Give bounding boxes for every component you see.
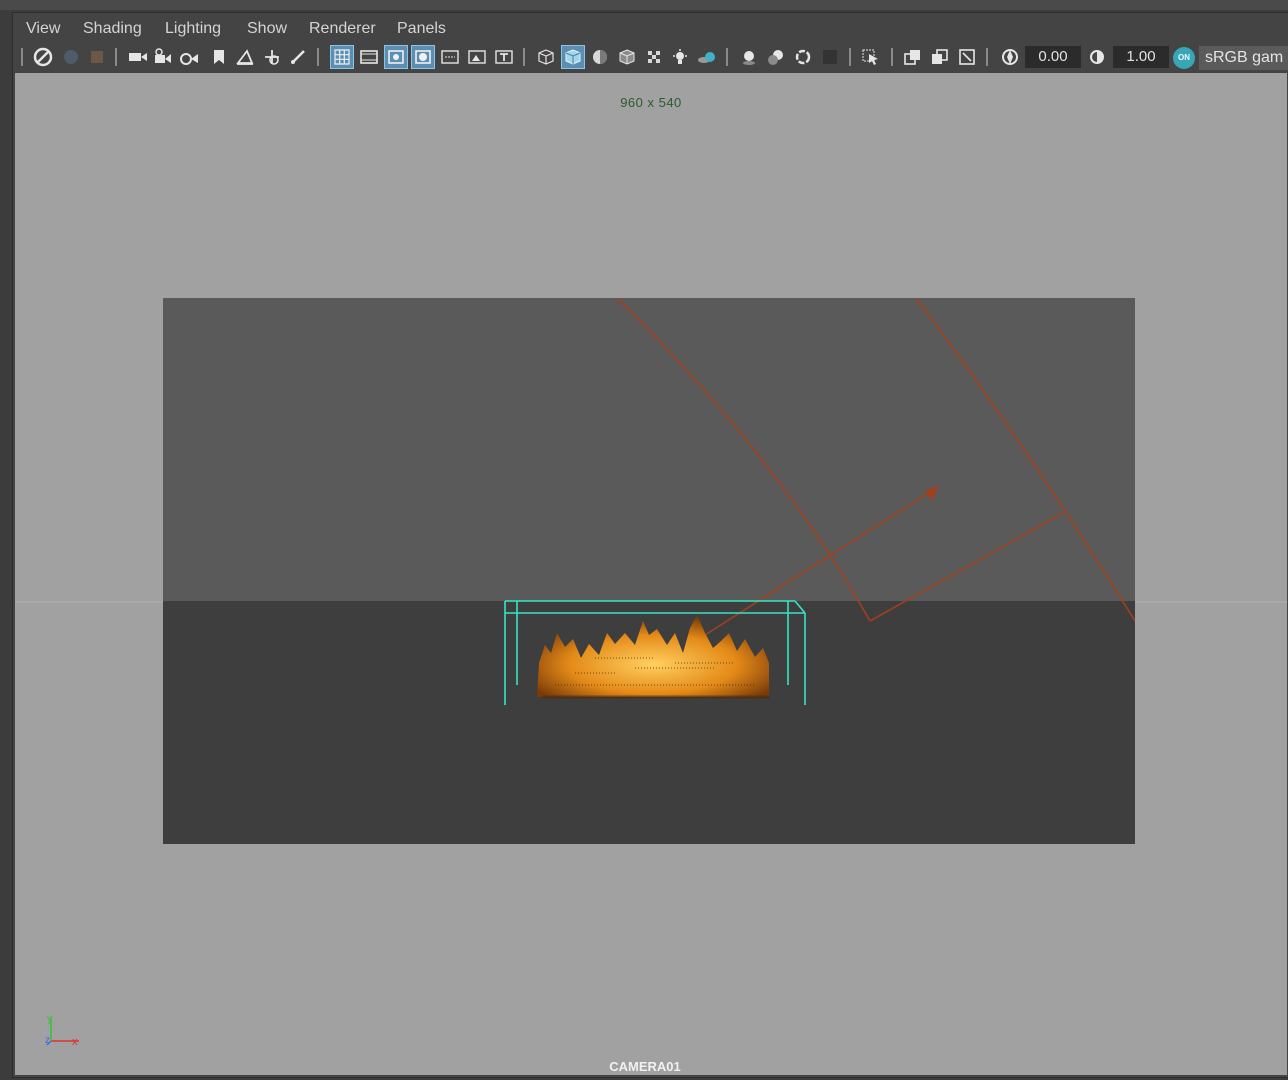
image-plane-icon[interactable]: [234, 46, 256, 68]
toolbar-separator: [986, 48, 988, 66]
menu-renderer[interactable]: Renderer: [309, 20, 376, 38]
toolbar-separator: [891, 48, 893, 66]
bookmark-camera-icon[interactable]: [86, 46, 108, 68]
panel-toolbar: 0.00 1.00 ON sRGB gam: [13, 43, 1288, 73]
toolbar-separator: [317, 48, 319, 66]
anti-aliasing-icon[interactable]: [792, 46, 814, 68]
y-axis-label: y: [47, 1013, 53, 1025]
menu-lighting[interactable]: Lighting: [165, 20, 221, 38]
isolate-select-icon[interactable]: [860, 46, 882, 68]
camera-name-label: CAMERA01: [609, 1059, 681, 1074]
sky-plane: [163, 298, 1135, 602]
xray-active-icon[interactable]: [929, 46, 951, 68]
bookmark-icon[interactable]: [208, 46, 230, 68]
camera-attributes-icon[interactable]: [153, 46, 175, 68]
grid-icon[interactable]: [330, 45, 354, 69]
gate-mask-icon[interactable]: [411, 45, 435, 69]
resolution-label: 960 x 540: [620, 95, 682, 110]
menu-panels[interactable]: Panels: [397, 20, 446, 38]
window-top-strip: [0, 0, 1288, 10]
menu-view[interactable]: View: [26, 20, 60, 38]
gamma-field[interactable]: 1.00: [1113, 46, 1169, 68]
use-all-lights-icon[interactable]: [669, 46, 691, 68]
color-management-toggle[interactable]: ON: [1173, 47, 1195, 69]
camera-tool-icon[interactable]: [179, 46, 201, 68]
smooth-shade-icon[interactable]: [561, 45, 585, 69]
toolbar-separator: [115, 48, 117, 66]
film-gate-icon[interactable]: [358, 46, 380, 68]
toolbar-separator: [726, 48, 728, 66]
xray-icon[interactable]: [616, 46, 638, 68]
menu-shading[interactable]: Shading: [83, 20, 142, 38]
backface-culling-icon[interactable]: [956, 46, 978, 68]
toolbar-separator: [849, 48, 851, 66]
scene-canvas: x y z: [15, 298, 1287, 1048]
z-axis-label: z: [45, 1035, 50, 1046]
maya-window: View Shading Lighting Show Renderer Pane…: [0, 0, 1288, 1080]
shadows-icon[interactable]: [696, 46, 718, 68]
wireframe-icon[interactable]: [535, 46, 557, 68]
camera-icon[interactable]: [127, 46, 149, 68]
depth-of-field-icon[interactable]: [819, 46, 841, 68]
lock-camera-icon[interactable]: [60, 46, 82, 68]
exposure-field[interactable]: 0.00: [1025, 46, 1081, 68]
exposure-icon[interactable]: [999, 46, 1021, 68]
x-axis-label: x: [72, 1036, 78, 1048]
safe-title-icon[interactable]: [493, 46, 515, 68]
xray-joints-icon[interactable]: [902, 46, 924, 68]
textured-icon[interactable]: [643, 46, 665, 68]
gamma-icon[interactable]: [1086, 46, 1108, 68]
two-d-pan-zoom-icon[interactable]: [261, 46, 283, 68]
toolbar-separator: [523, 48, 525, 66]
axis-gizmo: x y z: [45, 1013, 79, 1048]
default-material-icon[interactable]: [589, 46, 611, 68]
resolution-gate-icon[interactable]: [384, 45, 408, 69]
menu-show[interactable]: Show: [247, 20, 287, 38]
grease-pencil-icon[interactable]: [287, 46, 309, 68]
motion-blur-icon[interactable]: [765, 46, 787, 68]
safe-action-icon[interactable]: [466, 46, 488, 68]
toolbar-separator: [21, 48, 23, 66]
screen-space-ao-icon[interactable]: [738, 46, 760, 68]
field-chart-icon[interactable]: [439, 46, 461, 68]
model-panel: View Shading Lighting Show Renderer Pane…: [12, 12, 1288, 1078]
select-camera-icon[interactable]: [32, 46, 54, 68]
view-transform-dropdown[interactable]: sRGB gam: [1199, 46, 1288, 70]
viewport-3d[interactable]: x y z 960 x 540 CAMERA01: [15, 73, 1287, 1075]
panel-menu-bar: View Shading Lighting Show Renderer Pane…: [13, 13, 1288, 43]
